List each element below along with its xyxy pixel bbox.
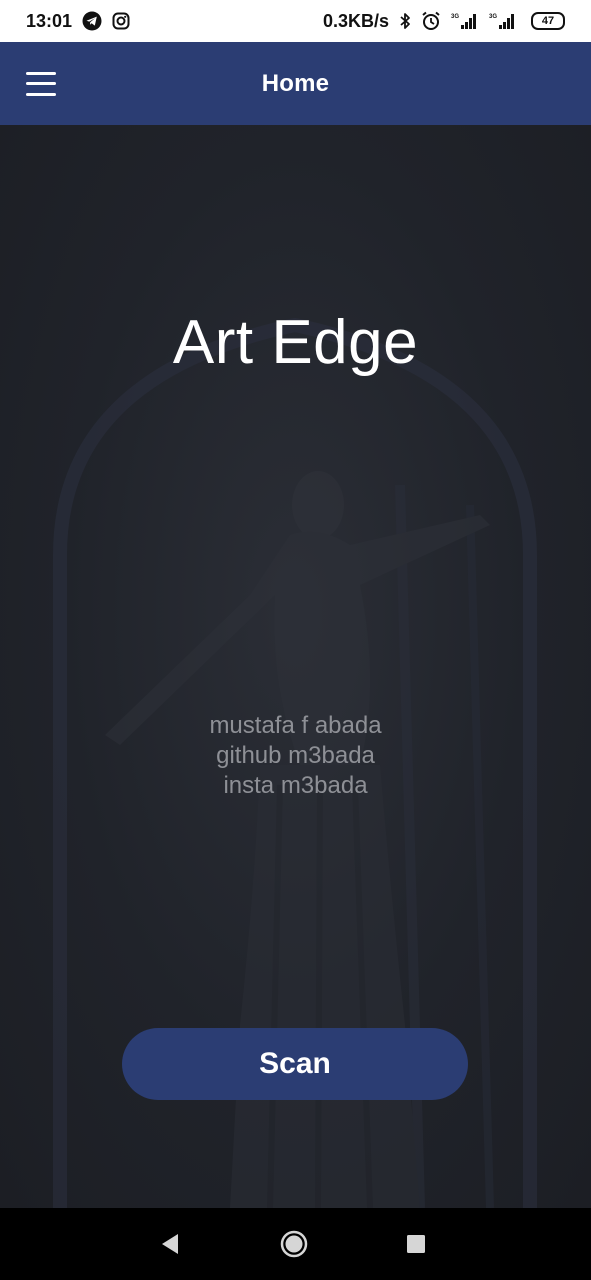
credit-github: github m3bada	[216, 742, 375, 769]
battery-icon: 47	[531, 12, 565, 30]
scan-button[interactable]: Scan	[122, 1028, 468, 1100]
svg-text:3G: 3G	[451, 14, 459, 20]
app-bar-title: Home	[261, 69, 330, 97]
app-bar: Home	[0, 42, 591, 125]
signal-3g-icon: 3G	[451, 12, 479, 30]
status-time: 13:01	[26, 10, 73, 31]
instagram-icon	[112, 12, 130, 30]
recents-icon[interactable]	[407, 1235, 425, 1253]
alarm-icon	[421, 11, 441, 31]
main-content: Art Edge mustafa f abada github m3bada i…	[0, 125, 591, 1208]
brand-title: Art Edge	[172, 308, 419, 377]
telegram-icon	[82, 11, 102, 31]
bluetooth-icon	[399, 12, 411, 30]
home-icon[interactable]	[280, 1230, 308, 1258]
back-icon[interactable]	[160, 1233, 180, 1255]
status-right: 0.3KB/s 3G 3G 47	[323, 11, 565, 32]
system-nav-bar	[0, 1208, 591, 1280]
screen: 13:01 0.3KB/s 3G 3G 47 Home Art Edge mus…	[0, 0, 591, 1280]
signal-3g-icon: 3G	[489, 12, 517, 30]
credit-instagram: insta m3bada	[223, 772, 368, 799]
hamburger-menu-icon[interactable]	[26, 71, 56, 96]
credit-name: mustafa f abada	[209, 712, 382, 739]
svg-text:3G: 3G	[489, 14, 497, 20]
network-speed: 0.3KB/s	[322, 10, 389, 31]
status-bar: 13:01 0.3KB/s 3G 3G 47	[0, 0, 591, 42]
status-left: 13:01	[26, 11, 130, 32]
credits-block: mustafa f abada github m3bada insta m3ba…	[0, 711, 591, 801]
